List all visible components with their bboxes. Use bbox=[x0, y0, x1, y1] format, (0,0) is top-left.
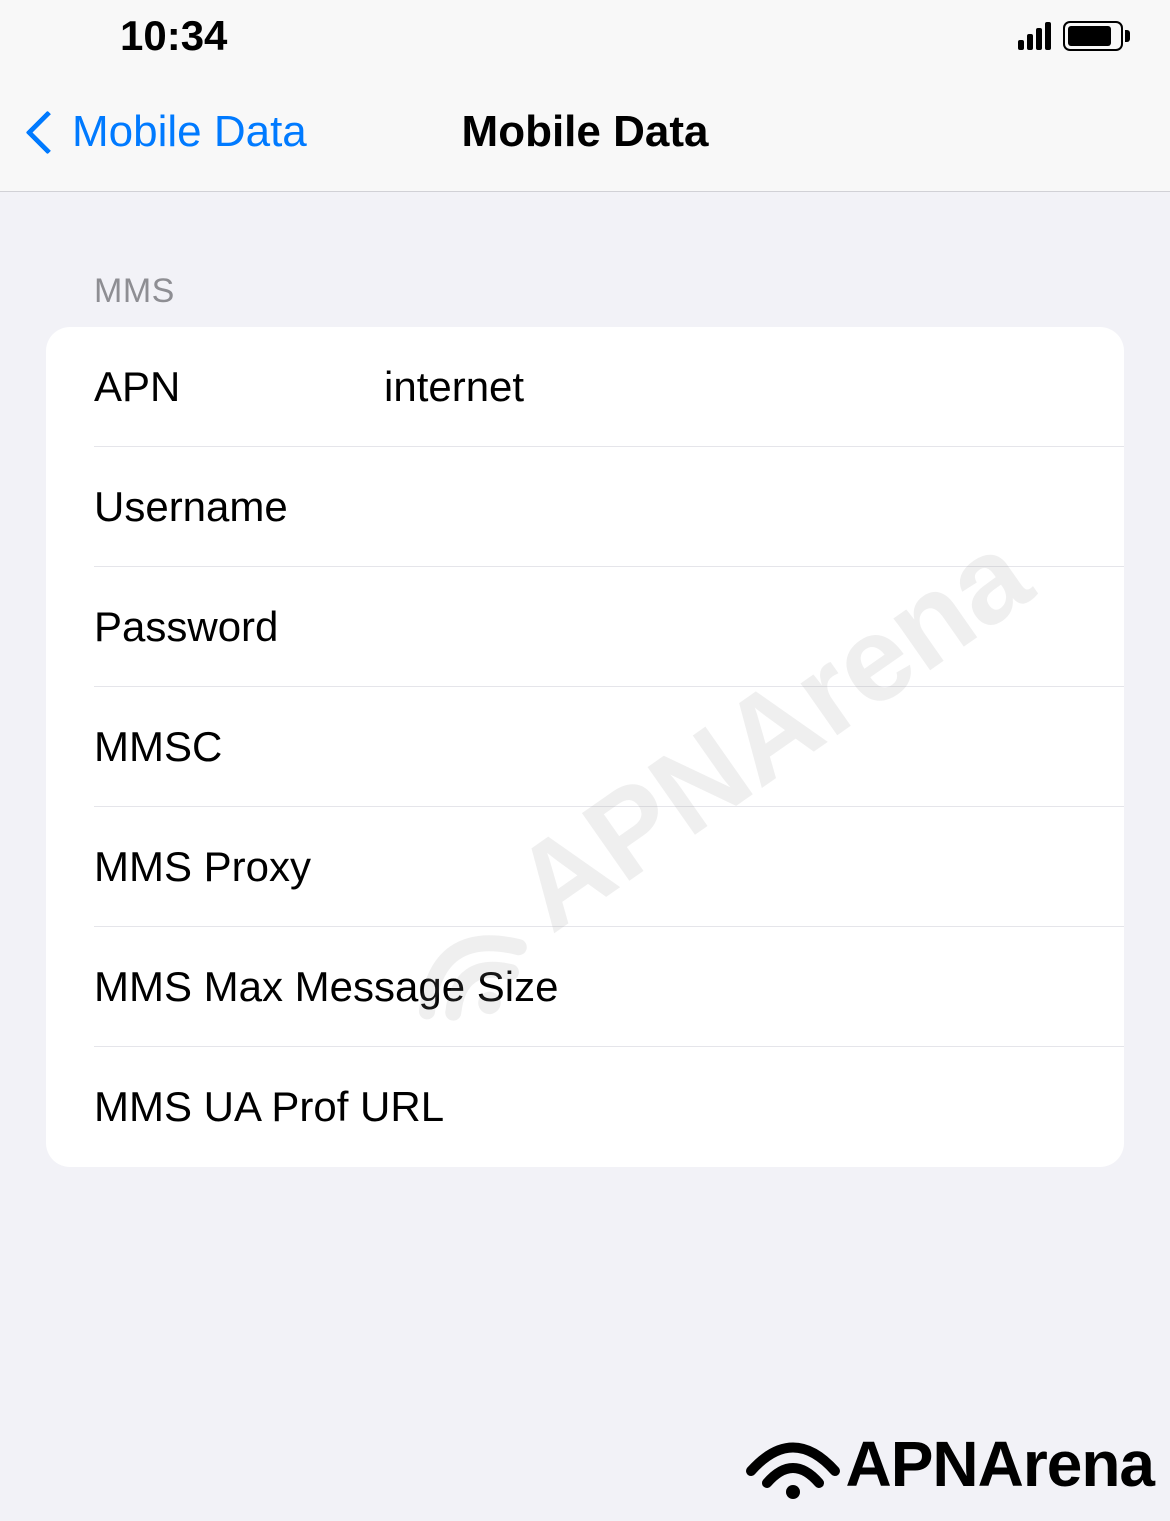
username-label: Username bbox=[94, 483, 384, 531]
apn-row[interactable]: APN bbox=[46, 327, 1124, 447]
page-title: Mobile Data bbox=[462, 107, 709, 157]
footer-brand-text: APNArena bbox=[845, 1427, 1154, 1501]
password-row[interactable]: Password bbox=[46, 567, 1124, 687]
mms-ua-prof-row[interactable]: MMS UA Prof URL bbox=[46, 1047, 1124, 1167]
mms-ua-prof-label: MMS UA Prof URL bbox=[94, 1083, 1075, 1131]
mms-proxy-field[interactable] bbox=[384, 843, 1076, 891]
mmsc-row[interactable]: MMSC bbox=[46, 687, 1124, 807]
cellular-signal-icon bbox=[1018, 22, 1051, 50]
apn-label: APN bbox=[94, 363, 384, 411]
status-bar: 10:34 bbox=[0, 0, 1170, 72]
mms-max-size-label: MMS Max Message Size bbox=[94, 963, 1075, 1011]
content-area: MMS APN Username Password MMSC bbox=[0, 192, 1170, 1167]
back-label: Mobile Data bbox=[72, 107, 307, 157]
status-time: 10:34 bbox=[120, 12, 227, 60]
username-field[interactable] bbox=[384, 483, 1076, 531]
status-indicators bbox=[1018, 21, 1130, 51]
mms-proxy-row[interactable]: MMS Proxy bbox=[46, 807, 1124, 927]
back-button[interactable]: Mobile Data bbox=[0, 107, 307, 157]
wifi-icon bbox=[743, 1429, 843, 1499]
username-row[interactable]: Username bbox=[46, 447, 1124, 567]
chevron-back-icon bbox=[24, 112, 48, 152]
battery-icon bbox=[1063, 21, 1130, 51]
mmsc-label: MMSC bbox=[94, 723, 384, 771]
password-label: Password bbox=[94, 603, 384, 651]
apn-field[interactable] bbox=[384, 363, 1076, 411]
navigation-bar: Mobile Data Mobile Data bbox=[0, 72, 1170, 192]
mms-proxy-label: MMS Proxy bbox=[94, 843, 384, 891]
password-field[interactable] bbox=[384, 603, 1076, 651]
mmsc-field[interactable] bbox=[384, 723, 1076, 771]
section-header: MMS bbox=[46, 272, 1124, 327]
settings-group: APN Username Password MMSC MMS P bbox=[46, 327, 1124, 1167]
footer-brand: APNArena bbox=[743, 1427, 1154, 1501]
mms-max-size-row[interactable]: MMS Max Message Size bbox=[46, 927, 1124, 1047]
